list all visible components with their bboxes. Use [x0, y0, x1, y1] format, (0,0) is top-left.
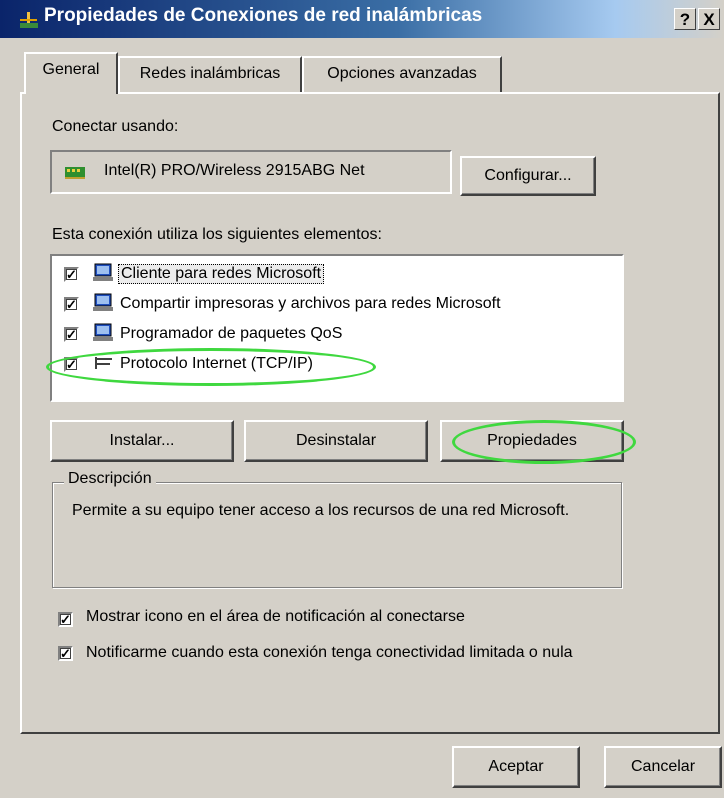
- checkbox-notify-limited[interactable]: ✓: [58, 646, 73, 661]
- protocol-icon: [92, 353, 114, 373]
- adapter-field: Intel(R) PRO/Wireless 2915ABG Net: [50, 150, 452, 194]
- checkbox-qos[interactable]: ✓: [64, 327, 79, 342]
- file-printer-sharing-icon: [92, 293, 114, 313]
- connect-using-label: Conectar usando:: [52, 118, 179, 135]
- component-label: Programador de paquetes QoS: [120, 325, 343, 342]
- ok-button[interactable]: Aceptar: [452, 746, 580, 788]
- close-button[interactable]: X: [698, 8, 720, 30]
- description-text: Permite a su equipo tener acceso a los r…: [72, 502, 570, 519]
- components-list[interactable]: ✓ Cliente para redes Microsoft ✓ Compart…: [50, 254, 624, 402]
- description-legend: Descripción: [64, 470, 156, 488]
- checkbox-tcpip[interactable]: ✓: [64, 357, 79, 372]
- list-item[interactable]: ✓ Compartir impresoras y archivos para r…: [52, 290, 622, 318]
- description-group: [52, 482, 622, 588]
- components-label: Esta conexión utiliza los siguientes ele…: [52, 226, 382, 243]
- window-title: Propiedades de Conexiones de red inalámb…: [44, 5, 483, 26]
- uninstall-button[interactable]: Desinstalar: [244, 420, 428, 462]
- list-item[interactable]: ✓ Programador de paquetes QoS: [52, 320, 622, 348]
- install-button[interactable]: Instalar...: [50, 420, 234, 462]
- network-connection-icon: [18, 10, 40, 30]
- show-icon-label[interactable]: Mostrar icono en el área de notificación…: [86, 608, 465, 626]
- component-label: Compartir impresoras y archivos para red…: [120, 295, 501, 312]
- component-label: Protocolo Internet (TCP/IP): [120, 355, 313, 372]
- network-client-icon: [92, 263, 114, 283]
- tab-general[interactable]: General: [24, 52, 118, 94]
- list-item[interactable]: ✓ Protocolo Internet (TCP/IP): [52, 350, 622, 378]
- qos-scheduler-icon: [92, 323, 114, 343]
- tab-wireless-networks[interactable]: Redes inalámbricas: [118, 56, 302, 92]
- properties-button[interactable]: Propiedades: [440, 420, 624, 462]
- notify-limited-label[interactable]: Notificarme cuando esta conexión tenga c…: [86, 642, 626, 664]
- tab-advanced-options[interactable]: Opciones avanzadas: [302, 56, 502, 92]
- checkbox-show-icon[interactable]: ✓: [58, 612, 73, 627]
- adapter-name: Intel(R) PRO/Wireless 2915ABG Net: [104, 162, 365, 179]
- network-adapter-icon: [64, 162, 86, 182]
- configure-button[interactable]: Configurar...: [460, 156, 596, 196]
- checkbox-sharing[interactable]: ✓: [64, 297, 79, 312]
- help-button[interactable]: ?: [674, 8, 696, 30]
- list-item[interactable]: ✓ Cliente para redes Microsoft: [52, 260, 622, 288]
- checkbox-client[interactable]: ✓: [64, 267, 79, 282]
- cancel-button[interactable]: Cancelar: [604, 746, 722, 788]
- component-label: Cliente para redes Microsoft: [118, 264, 325, 284]
